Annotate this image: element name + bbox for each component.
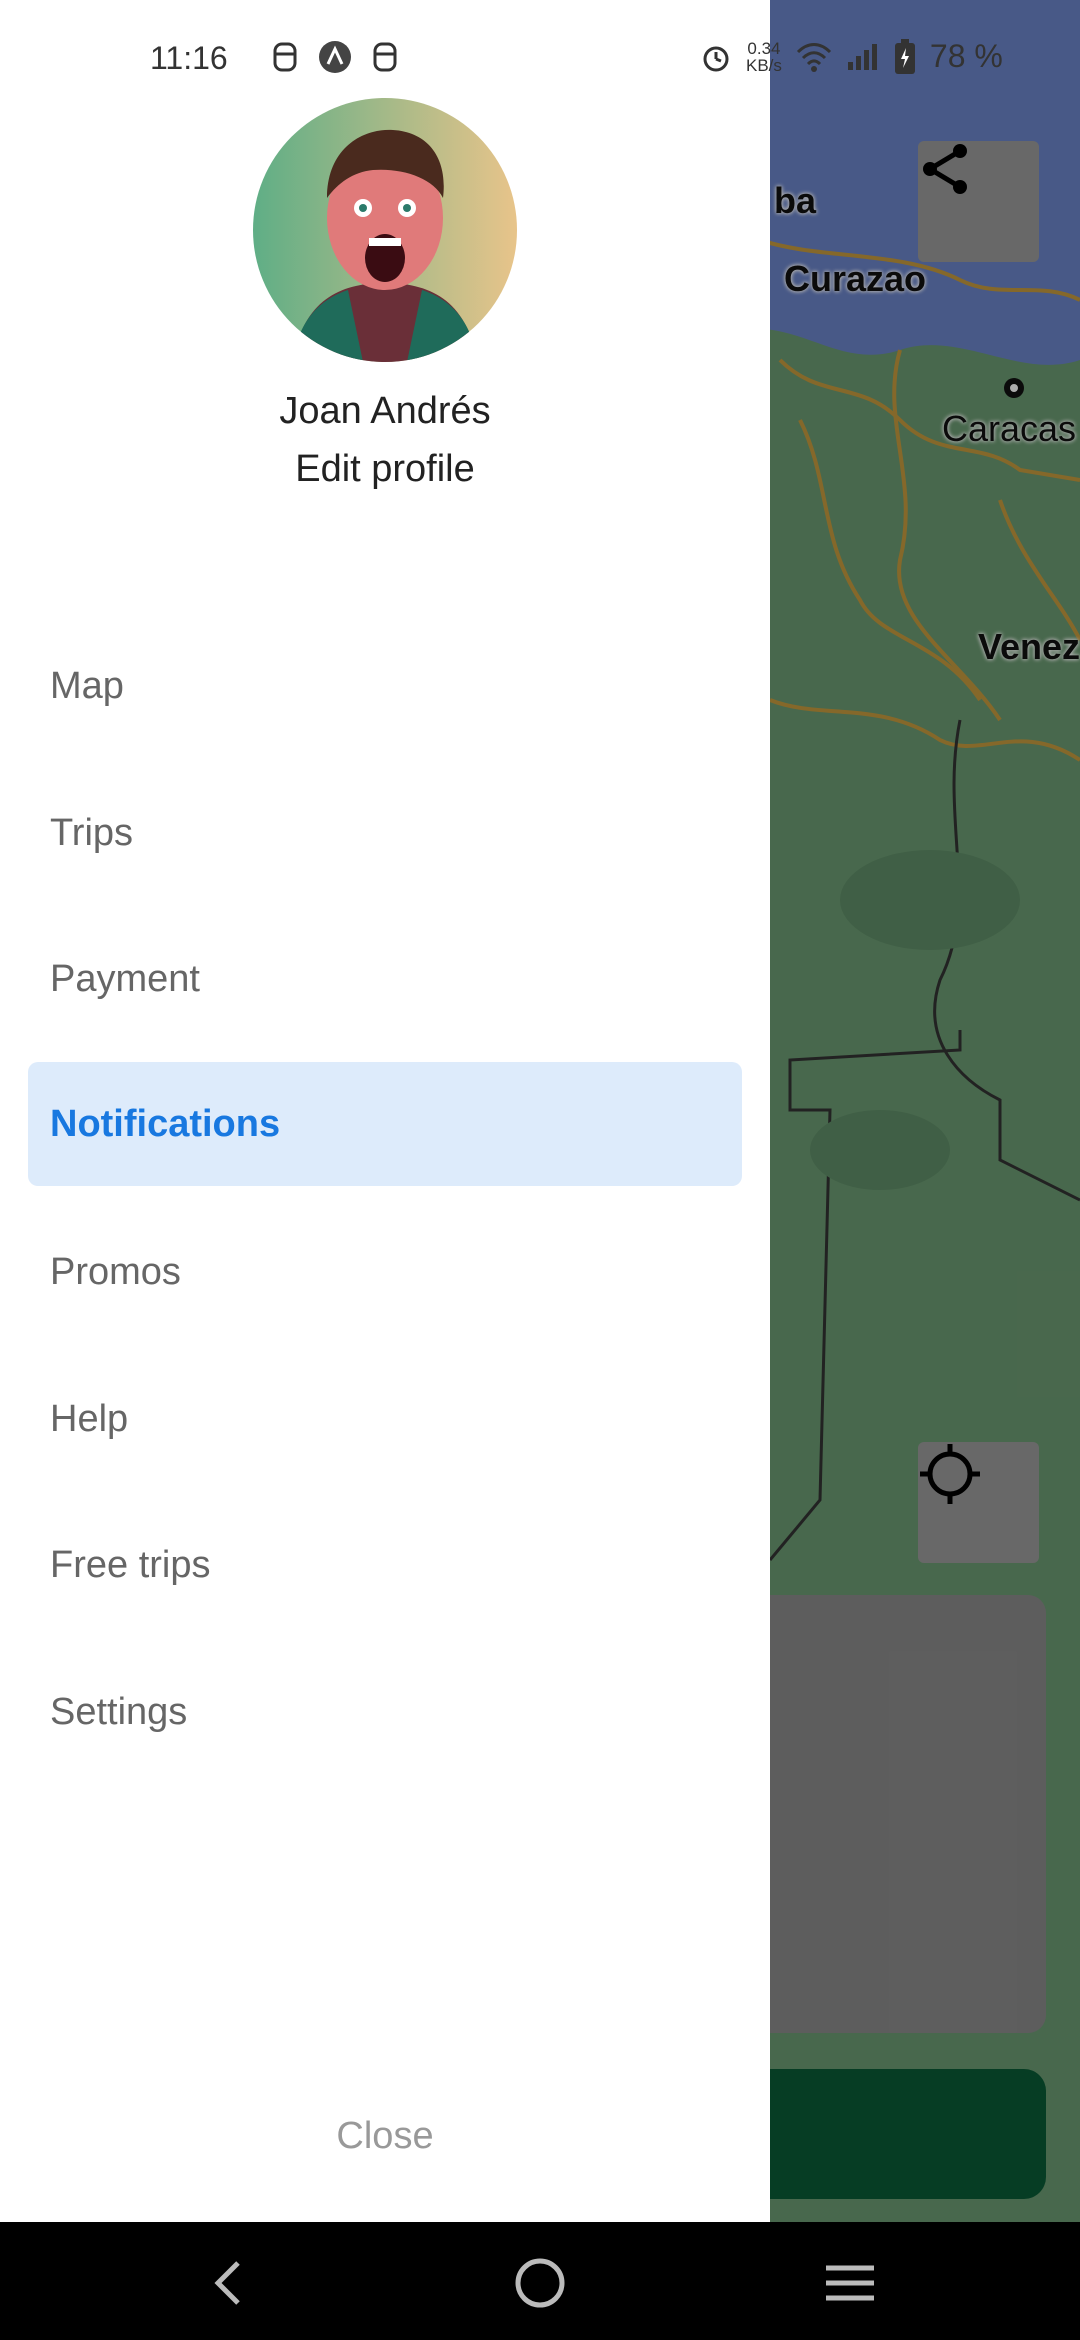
avatar-image [253,98,517,362]
battery-icon [894,38,915,74]
navigation-drawer: Joan Andrés Edit profile Map Trips Payme… [0,0,770,2222]
battery-level: 78 % [929,38,1003,74]
signal-icon [847,43,877,70]
menu-item-help[interactable]: Help [28,1357,742,1481]
speed-value: 0.34 [747,38,781,58]
home-button[interactable] [505,2248,575,2318]
status-left-icons [270,40,400,74]
alarm-icon [703,46,729,71]
menu-item-label: Payment [50,957,200,1000]
menu-item-trips[interactable]: Trips [28,771,742,895]
status-right-icons: 0.34 KB/s 78 % [700,38,1003,75]
menu-item-promos[interactable]: Promos [28,1210,742,1334]
menu-item-label: Notifications [50,1102,281,1145]
menu-item-label: Promos [50,1250,181,1293]
back-icon [214,2261,240,2305]
notification-icon [273,42,297,72]
menu-item-map[interactable]: Map [28,624,742,748]
avatar[interactable] [253,98,517,362]
back-button[interactable] [193,2248,263,2318]
menu-item-label: Help [50,1397,129,1440]
profile-name: Joan Andrés [279,390,491,432]
close-drawer-button[interactable]: Close [0,2115,770,2158]
menu-item-settings[interactable]: Settings [28,1650,742,1774]
menu-item-label: Trips [50,811,134,854]
menu-item-payment[interactable]: Payment [28,917,742,1041]
menu-item-free-trips[interactable]: Free trips [28,1503,742,1627]
recents-button[interactable] [815,2248,885,2318]
menu-item-notifications[interactable]: Notifications [28,1062,742,1186]
network-speed: 0.34 KB/s [746,40,782,74]
status-time: 11:16 [150,40,228,76]
menu-item-label: Free trips [50,1543,211,1586]
menu-item-label: Settings [50,1690,188,1733]
status-bar: 11:16 0.34 KB/s 78 % [0,0,1080,120]
notification-icon [373,42,397,72]
system-nav-bar [0,2222,1080,2340]
home-icon [515,2258,565,2308]
app-notification-icon [319,41,351,73]
wifi-icon [796,42,831,72]
menu-icon [826,2265,874,2301]
menu-item-label: Map [50,664,124,707]
edit-profile-link[interactable]: Edit profile [0,448,770,491]
speed-unit: KB/s [746,55,782,75]
